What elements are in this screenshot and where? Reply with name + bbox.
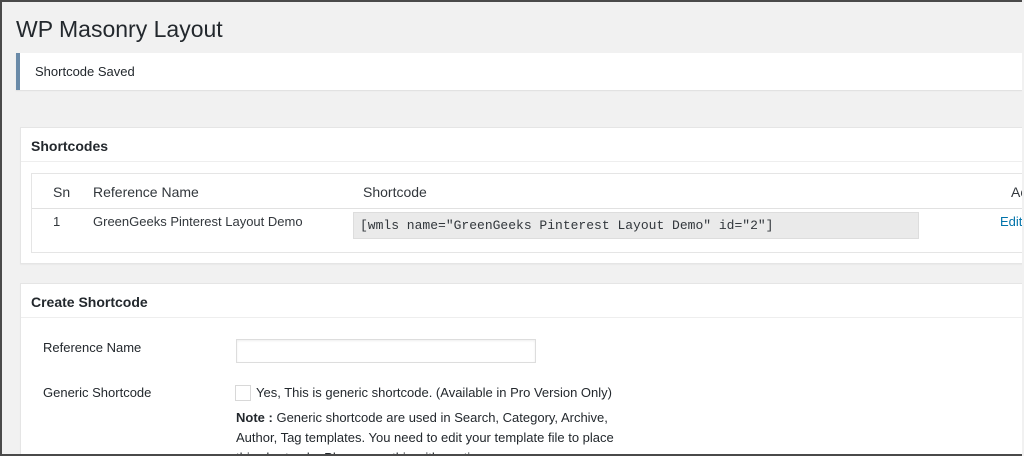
create-shortcode-panel: Create Shortcode Reference Name Generic … [20, 283, 1022, 454]
row-sn: 1 [53, 214, 61, 229]
generic-shortcode-checkbox-label: Yes, This is generic shortcode. (Availab… [256, 385, 612, 400]
shortcode-field[interactable]: [wmls name="GreenGeeks Pinterest Layout … [353, 212, 919, 239]
generic-shortcode-label: Generic Shortcode [43, 385, 152, 400]
success-notice: Shortcode Saved [16, 53, 1022, 90]
column-header-shortcode: Shortcode [363, 184, 427, 200]
table-header-row: Sn Reference Name Shortcode Acti [32, 174, 1022, 209]
shortcodes-panel-title: Shortcodes [31, 138, 109, 154]
generic-shortcode-note: Note : Generic shortcode are used in Sea… [236, 408, 626, 454]
shortcodes-table: Sn Reference Name Shortcode Acti 1 Green… [31, 173, 1022, 253]
column-header-reference-name: Reference Name [93, 184, 199, 200]
shortcodes-panel-header: Shortcodes [21, 128, 1022, 162]
reference-name-label: Reference Name [43, 340, 142, 355]
generic-shortcode-checkbox[interactable] [235, 385, 251, 401]
note-label: Note : [236, 410, 273, 425]
shortcodes-panel: Shortcodes Sn Reference Name Shortcode A… [20, 127, 1022, 264]
edit-link[interactable]: Edit [1000, 212, 1022, 232]
reference-name-input[interactable] [236, 339, 536, 363]
column-header-sn: Sn [53, 184, 71, 200]
row-reference-name: GreenGeeks Pinterest Layout Demo [93, 214, 303, 229]
create-shortcode-panel-title: Create Shortcode [31, 294, 148, 310]
create-shortcode-panel-header: Create Shortcode [21, 284, 1022, 318]
column-header-actions: Acti [1011, 184, 1022, 200]
notice-text: Shortcode Saved [35, 64, 135, 79]
note-text: Generic shortcode are used in Search, Ca… [236, 410, 614, 454]
admin-page: WP Masonry Layout Shortcode Saved Shortc… [0, 0, 1022, 456]
page-title: WP Masonry Layout [16, 16, 223, 42]
